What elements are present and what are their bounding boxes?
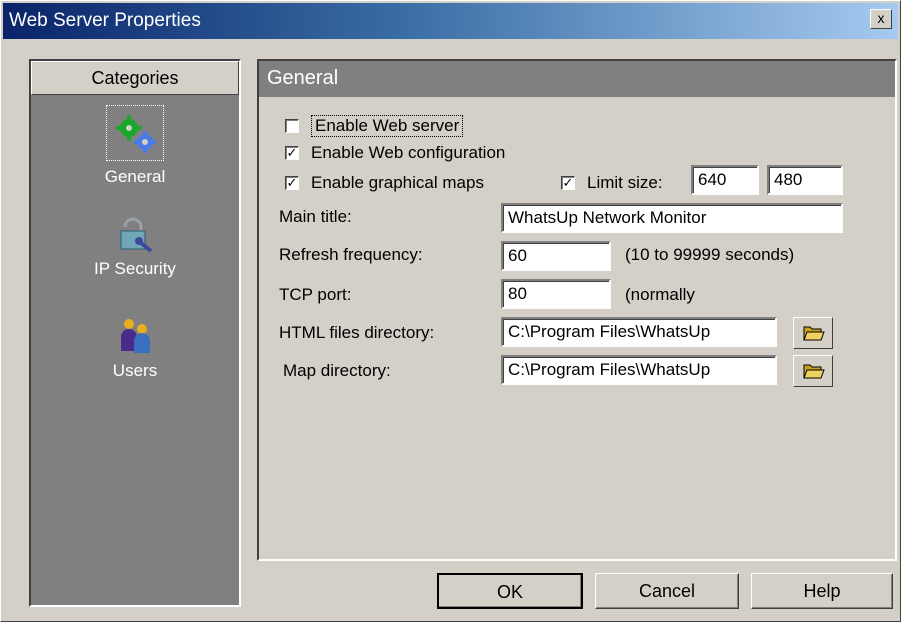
html-files-browse-button[interactable] — [793, 317, 833, 349]
refresh-frequency-hint: (10 to 99999 seconds) — [625, 245, 795, 264]
close-button[interactable]: x — [870, 9, 892, 29]
tcp-port-label: TCP port: — [279, 285, 352, 304]
enable-web-configuration-checkbox[interactable]: ✓ — [285, 146, 299, 160]
general-panel: General Enable Web server ✓ Enable Web c… — [257, 59, 897, 561]
limit-size-checkbox[interactable]: ✓ — [561, 176, 575, 190]
refresh-frequency-label: Refresh frequency: — [279, 245, 423, 264]
sidebar-item-users[interactable]: Users — [31, 315, 239, 381]
window-title: Web Server Properties — [9, 10, 201, 31]
enable-web-configuration-row[interactable]: ✓ Enable Web configuration — [285, 143, 505, 163]
web-server-properties-dialog: Web Server Properties x Categories Gener… — [0, 0, 901, 622]
limit-height-input[interactable]: 480 — [767, 165, 843, 195]
sidebar-item-ip-security[interactable]: IP Security — [31, 213, 239, 279]
panel-title: General — [259, 61, 895, 97]
map-directory-input[interactable]: C:\Program Files\WhatsUp — [501, 355, 777, 385]
enable-web-server-row[interactable]: Enable Web server — [285, 115, 464, 137]
cancel-button[interactable]: Cancel — [595, 573, 739, 609]
title-bar[interactable]: Web Server Properties x — [3, 3, 898, 39]
enable-graphical-maps-row[interactable]: ✓ Enable graphical maps — [285, 173, 484, 193]
limit-size-row[interactable]: ✓ Limit size: — [561, 173, 663, 193]
enable-web-server-checkbox[interactable] — [285, 119, 299, 133]
gears-icon — [106, 105, 164, 161]
limit-width-input[interactable]: 640 — [691, 165, 759, 195]
open-folder-icon — [803, 364, 825, 379]
open-folder-icon — [803, 326, 825, 341]
categories-sidebar: Categories General IP Security Users — [29, 59, 241, 607]
sidebar-item-general[interactable]: General — [31, 105, 239, 187]
map-directory-browse-button[interactable] — [793, 355, 833, 387]
tcp-port-input[interactable]: 80 — [501, 279, 611, 309]
enable-graphical-maps-label[interactable]: Enable graphical maps — [311, 173, 484, 193]
refresh-frequency-input[interactable]: 60 — [501, 241, 611, 271]
enable-graphical-maps-checkbox[interactable]: ✓ — [285, 176, 299, 190]
enable-web-server-label[interactable]: Enable Web server — [311, 115, 464, 137]
map-directory-label: Map directory: — [283, 361, 391, 380]
sidebar-item-label: IP Security — [94, 259, 176, 278]
tcp-port-hint: (normally — [625, 285, 695, 304]
enable-web-configuration-label[interactable]: Enable Web configuration — [311, 143, 505, 163]
categories-header: Categories — [31, 61, 239, 95]
html-files-directory-input[interactable]: C:\Program Files\WhatsUp — [501, 317, 777, 347]
sidebar-item-label: Users — [112, 361, 158, 380]
users-icon — [115, 315, 155, 355]
html-files-directory-label: HTML files directory: — [279, 323, 435, 342]
main-title-label: Main title: — [279, 207, 352, 226]
main-title-input[interactable]: WhatsUp Network Monitor — [501, 203, 843, 233]
ok-button[interactable]: OK — [437, 573, 583, 609]
sidebar-item-label: General — [104, 167, 166, 186]
lock-key-icon — [115, 213, 155, 253]
help-button[interactable]: Help — [751, 573, 893, 609]
limit-size-label[interactable]: Limit size: — [587, 173, 663, 193]
